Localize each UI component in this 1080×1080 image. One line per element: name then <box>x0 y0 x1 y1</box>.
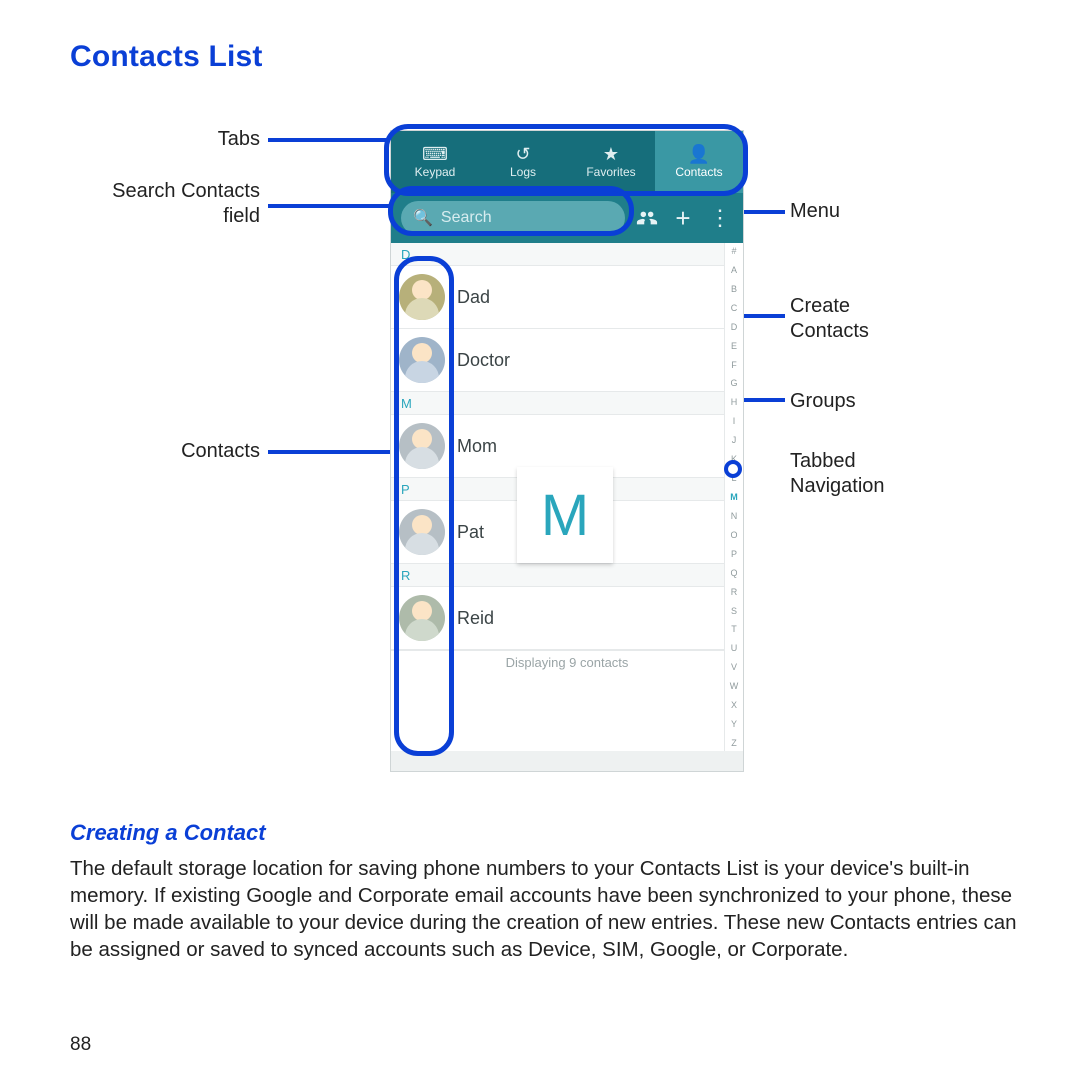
keypad-icon: ⌨ <box>422 145 448 163</box>
annotated-diagram: Tabs Search Contacts field Contacts Menu… <box>70 100 1010 800</box>
groups-icon <box>636 207 658 229</box>
manual-page: Contacts List Tabs Search Contacts field… <box>0 0 1080 1080</box>
section-body: The default storage location for saving … <box>70 855 1025 963</box>
menu-button[interactable]: ⋮ <box>705 204 733 232</box>
search-placeholder: Search <box>441 209 492 227</box>
star-icon: ★ <box>603 145 619 163</box>
tab-contacts[interactable]: 👤 Contacts <box>655 131 743 193</box>
alpha-letter[interactable]: D <box>731 322 738 332</box>
alpha-letter[interactable]: F <box>731 360 737 370</box>
tab-label: Logs <box>510 165 536 179</box>
section-header: D <box>391 243 743 266</box>
callout-nav-line2: Navigation <box>790 475 885 498</box>
page-title: Contacts List <box>70 40 263 74</box>
alpha-letter[interactable]: T <box>731 624 737 634</box>
tab-label: Keypad <box>415 165 456 179</box>
alpha-letter[interactable]: J <box>732 435 737 445</box>
alpha-letter[interactable]: U <box>731 643 738 653</box>
contacts-list[interactable]: D Dad Doctor M Mom P <box>391 243 743 751</box>
callout-nav-line1: Tabbed <box>790 450 856 473</box>
alpha-letter[interactable]: I <box>733 416 736 426</box>
section-header: R <box>391 564 743 587</box>
tab-label: Contacts <box>675 165 722 179</box>
alpha-index[interactable]: # A B C D E F G H I J K L M N O P <box>724 243 743 751</box>
index-preview-tile: M <box>517 467 613 563</box>
callout-contacts: Contacts <box>70 440 260 463</box>
alpha-letter[interactable]: O <box>730 530 737 540</box>
line-contacts <box>268 450 400 454</box>
contact-name: Pat <box>457 522 484 543</box>
section-header: M <box>391 392 743 415</box>
alpha-letter[interactable]: B <box>731 284 737 294</box>
callout-search-line2: field <box>70 205 260 228</box>
groups-button[interactable] <box>633 204 661 232</box>
callout-search-line1: Search Contacts <box>70 180 260 203</box>
alpha-letter[interactable]: N <box>731 511 738 521</box>
callout-tabs: Tabs <box>70 128 260 151</box>
kebab-icon: ⋮ <box>709 205 729 231</box>
contact-row[interactable]: Reid <box>391 587 743 650</box>
phone-screenshot: ⌨ Keypad ↺ Logs ★ Favorites 👤 Contacts <box>390 130 744 772</box>
tab-favorites[interactable]: ★ Favorites <box>567 131 655 193</box>
alpha-letter[interactable]: W <box>730 681 739 691</box>
line-tabs <box>268 138 398 142</box>
avatar <box>399 337 445 383</box>
add-contact-button[interactable]: + <box>669 204 697 232</box>
list-status: Displaying 9 contacts <box>391 650 743 673</box>
callout-groups: Groups <box>790 390 856 413</box>
contact-name: Doctor <box>457 350 510 371</box>
avatar <box>399 423 445 469</box>
alpha-letter[interactable]: A <box>731 265 737 275</box>
logs-icon: ↺ <box>515 145 530 163</box>
callout-create-line1: Create <box>790 295 850 318</box>
plus-icon: + <box>675 205 690 231</box>
alpha-letter[interactable]: Y <box>731 719 737 729</box>
search-row: 🔍 Search + ⋮ <box>391 193 743 243</box>
tab-logs[interactable]: ↺ Logs <box>479 131 567 193</box>
avatar <box>399 509 445 555</box>
alpha-letter[interactable]: X <box>731 700 737 710</box>
callout-menu: Menu <box>790 200 840 223</box>
alpha-letter-current[interactable]: M <box>730 492 738 502</box>
alpha-letter[interactable]: E <box>731 341 737 351</box>
alpha-letter[interactable]: R <box>731 587 738 597</box>
search-icon: 🔍 <box>413 208 433 228</box>
line-search <box>268 204 390 208</box>
alpha-letter[interactable]: Z <box>731 738 737 748</box>
alpha-letter[interactable]: # <box>731 246 736 256</box>
avatar <box>399 595 445 641</box>
alpha-letter[interactable]: P <box>731 549 737 559</box>
alpha-letter[interactable]: H <box>731 397 738 407</box>
avatar <box>399 274 445 320</box>
contact-row[interactable]: Dad <box>391 266 743 329</box>
callout-create-line2: Contacts <box>790 320 869 343</box>
contact-name: Mom <box>457 436 497 457</box>
contact-name: Dad <box>457 287 490 308</box>
tab-keypad[interactable]: ⌨ Keypad <box>391 131 479 193</box>
alpha-letter[interactable]: C <box>731 303 738 313</box>
tab-bar: ⌨ Keypad ↺ Logs ★ Favorites 👤 Contacts <box>391 131 743 193</box>
section-subtitle: Creating a Contact <box>70 820 266 846</box>
contact-name: Reid <box>457 608 494 629</box>
search-input[interactable]: 🔍 Search <box>401 201 625 235</box>
contact-row[interactable]: Doctor <box>391 329 743 392</box>
page-number: 88 <box>70 1034 91 1056</box>
person-icon: 👤 <box>688 145 710 163</box>
highlight-index-dot <box>724 460 742 478</box>
alpha-letter[interactable]: V <box>731 662 737 672</box>
alpha-letter[interactable]: S <box>731 606 737 616</box>
alpha-letter[interactable]: Q <box>730 568 737 578</box>
tab-label: Favorites <box>586 165 635 179</box>
alpha-letter[interactable]: G <box>730 378 737 388</box>
